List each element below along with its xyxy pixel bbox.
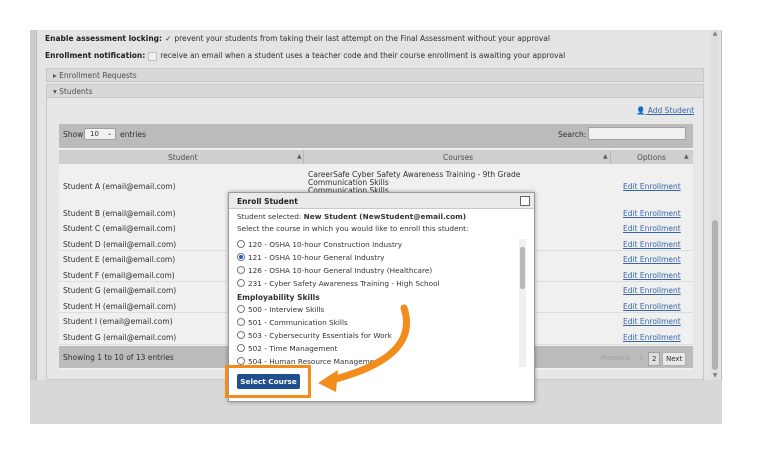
arrow-icon	[324, 304, 410, 385]
arrow-annotation	[318, 304, 410, 392]
arrowhead-icon	[318, 370, 338, 392]
